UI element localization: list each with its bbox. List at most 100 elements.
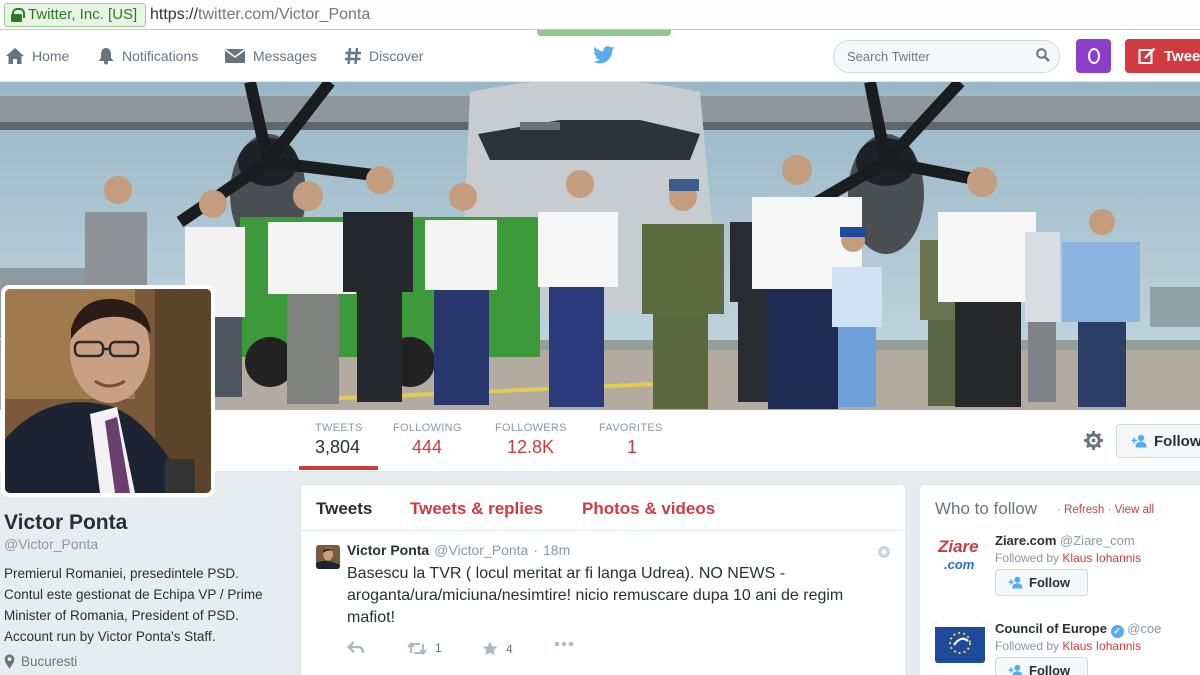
- tweet-author-name[interactable]: Victor Ponta: [347, 542, 429, 558]
- active-stat-indicator: [299, 466, 378, 470]
- tweet-author-handle[interactable]: @Victor_Ponta: [434, 542, 528, 558]
- suggestion-follow-label: Follow: [1029, 575, 1071, 590]
- profile-name: Victor Ponta: [4, 511, 128, 534]
- stat-tweets-label: Tweets: [315, 422, 363, 434]
- top-navigation: Home Notifications Messages Discover Twe…: [0, 30, 1200, 82]
- nav-messages[interactable]: Messages: [224, 44, 317, 68]
- suggestion-followed-by: Followed by Klaus Iohannis: [995, 639, 1141, 653]
- tweet-header: Victor Ponta @Victor_Ponta · 18m: [347, 542, 570, 558]
- url-path: /Victor_Ponta: [274, 6, 371, 23]
- url-scheme: https://: [150, 6, 199, 23]
- loading-indicator: [537, 30, 671, 36]
- stat-tweets-value: 3,804: [315, 437, 361, 457]
- retweet-count: 1: [435, 641, 442, 655]
- more-dots-icon: [554, 641, 574, 647]
- stat-following-label: Following: [393, 422, 462, 434]
- site-identity-badge[interactable]: Twitter, Inc. [US]: [4, 3, 147, 27]
- account-avatar-button[interactable]: [1076, 39, 1111, 73]
- profile-follow-button[interactable]: Follow: [1116, 424, 1200, 458]
- nav-notifications-label: Notifications: [122, 48, 199, 64]
- site-identity-label: Twitter, Inc. [US]: [28, 6, 138, 23]
- suggestion-follow-button[interactable]: Follow: [995, 657, 1088, 675]
- tweet-options-icon[interactable]: [877, 545, 891, 559]
- nav-notifications[interactable]: Notifications: [97, 44, 198, 68]
- refresh-separator: ·: [1057, 504, 1061, 516]
- url-field[interactable]: https://twitter.com/Victor_Ponta: [150, 3, 370, 27]
- suggestion-followed-by: Followed by Klaus Iohannis: [995, 551, 1141, 565]
- favorite-action[interactable]: 4: [482, 641, 513, 656]
- tweet-item[interactable]: Victor Ponta @Victor_Ponta · 18m Basescu…: [301, 531, 905, 675]
- bell-icon: [98, 48, 114, 65]
- nav-discover[interactable]: Discover: [344, 44, 423, 68]
- followed-by-prefix: Followed by: [995, 551, 1060, 565]
- followed-by-user[interactable]: Klaus Iohannis: [1062, 551, 1141, 565]
- twitter-bird-icon[interactable]: [593, 46, 615, 64]
- stat-followers[interactable]: Followers 12.8K: [495, 422, 567, 458]
- tweet-text: Basescu la TVR ( locul meritat ar fi lan…: [347, 565, 844, 626]
- suggestion-display-name: Council of Europe: [995, 621, 1107, 636]
- ziare-logo[interactable]: Ziare .com: [935, 533, 985, 575]
- followed-by-prefix: Followed by: [995, 639, 1060, 653]
- hashtag-icon: [345, 47, 361, 65]
- more-action[interactable]: [554, 641, 574, 647]
- suggestion-name[interactable]: Ziare.com @Ziare_com: [995, 533, 1135, 548]
- profile-handle[interactable]: @Victor_Ponta: [4, 536, 98, 552]
- tweet-timestamp[interactable]: 18m: [543, 542, 570, 558]
- tab-tweets[interactable]: Tweets: [316, 499, 372, 519]
- profile-location: Bucuresti: [4, 654, 77, 669]
- profile-bio: Premierul Romaniei, presedintele PSD. Co…: [4, 566, 263, 644]
- stat-favorites-value: 1: [627, 437, 638, 457]
- stat-tweets[interactable]: Tweets 3,804: [315, 422, 363, 458]
- url-host: twitter.com: [198, 6, 275, 23]
- lock-icon: [11, 8, 25, 22]
- tab-tweets-and-replies[interactable]: Tweets & replies: [410, 499, 543, 519]
- profile-avatar[interactable]: [1, 285, 215, 497]
- refresh-link[interactable]: Refresh: [1064, 504, 1104, 516]
- stat-favorites-label: Favorites: [599, 422, 663, 434]
- suggestion-handle: @coe: [1127, 621, 1162, 636]
- nav-home[interactable]: Home: [5, 44, 69, 68]
- who-to-follow-links: · Refresh · View all: [1057, 504, 1154, 516]
- nav-home-label: Home: [32, 48, 70, 64]
- stat-favorites[interactable]: Favorites 1: [599, 422, 663, 458]
- star-icon: [482, 641, 498, 656]
- search-icon[interactable]: [1036, 48, 1050, 62]
- retweet-action[interactable]: 1: [407, 641, 442, 655]
- suggestion-name[interactable]: Council of Europe ✓ @coe: [995, 621, 1161, 638]
- nav-messages-label: Messages: [253, 48, 317, 64]
- timeline-tabs: Tweets Tweets & replies Photos & videos: [301, 485, 905, 531]
- tweet-author-avatar[interactable]: [316, 545, 340, 569]
- tab-photos-and-videos[interactable]: Photos & videos: [582, 499, 715, 519]
- council-of-europe-logo[interactable]: [935, 621, 985, 663]
- compose-tweet-button[interactable]: Tweet: [1125, 39, 1200, 73]
- tweet-time-separator: ·: [533, 542, 538, 558]
- verified-badge-icon: ✓: [1110, 625, 1124, 638]
- suggestion-follow-button[interactable]: Follow: [995, 569, 1088, 596]
- followed-by-user[interactable]: Klaus Iohannis: [1062, 639, 1141, 653]
- reply-action[interactable]: [347, 641, 365, 654]
- who-to-follow-card: Who to follow · Refresh · View all Ziare…: [919, 484, 1200, 675]
- view-all-separator: ·: [1107, 504, 1112, 516]
- profile-location-text: Bucuresti: [21, 654, 78, 669]
- ziare-logo-domain: .com: [944, 557, 975, 572]
- view-all-link[interactable]: View all: [1115, 504, 1154, 516]
- retweet-icon: [407, 641, 427, 655]
- suggestion-follow-label: Follow: [1029, 663, 1071, 675]
- stat-following[interactable]: Following 444: [393, 422, 462, 458]
- suggestion-display-name: Ziare.com: [995, 533, 1057, 548]
- search-input[interactable]: [833, 40, 1060, 73]
- browser-address-bar: Twitter, Inc. [US] https://twitter.com/V…: [0, 0, 1200, 30]
- profile-follow-label: Follow: [1154, 432, 1200, 450]
- ziare-logo-text: Ziare: [937, 537, 979, 556]
- egg-icon: [1087, 48, 1100, 64]
- add-user-icon: [1008, 576, 1023, 589]
- reply-icon: [347, 641, 365, 654]
- tweet-actions: 1 4: [347, 641, 607, 661]
- compose-tweet-label: Tweet: [1164, 47, 1200, 65]
- gear-icon[interactable]: [1084, 431, 1103, 450]
- stat-following-value: 444: [412, 437, 443, 457]
- home-icon: [6, 48, 24, 64]
- add-user-icon: [1131, 434, 1147, 448]
- timeline-card: Tweets Tweets & replies Photos & videos …: [300, 484, 906, 675]
- compose-icon: [1138, 47, 1156, 64]
